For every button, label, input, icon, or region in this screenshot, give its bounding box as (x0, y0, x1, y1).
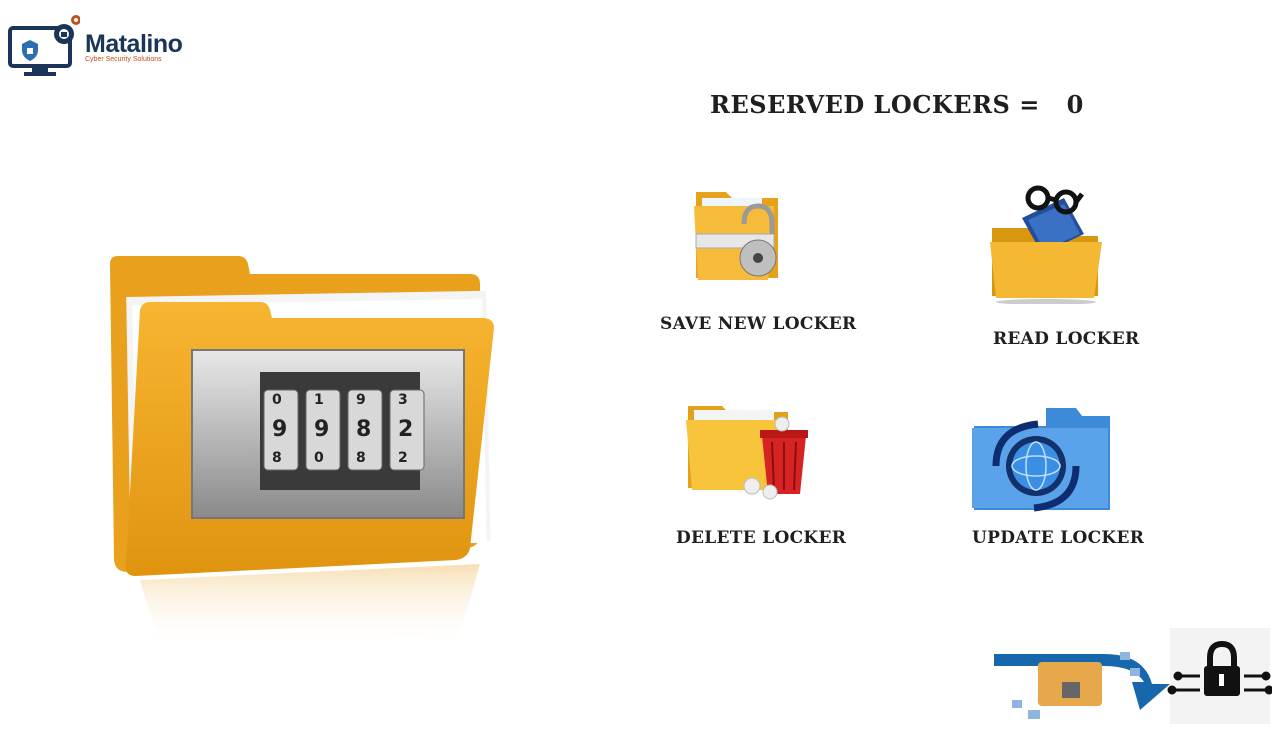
hero-locked-folder: 0 1 9 3 9 9 8 2 8 0 8 2 (100, 250, 510, 650)
svg-text:2: 2 (398, 450, 408, 466)
reserved-lockers-label: RESERVED LOCKERS = (710, 90, 1040, 119)
update-locker-button[interactable]: UPDATE LOCKER (970, 406, 1144, 556)
svg-text:9: 9 (314, 417, 329, 442)
brand-logo: Matalino Cyber Security Solutions (8, 14, 188, 78)
svg-text:1: 1 (314, 392, 324, 408)
reserved-lockers-count: 0 (1066, 90, 1084, 119)
brand-tagline: Cyber Security Solutions (85, 56, 162, 63)
svg-text:0: 0 (272, 392, 282, 408)
svg-text:0: 0 (314, 450, 324, 466)
svg-text:8: 8 (356, 450, 366, 466)
brand-name: Matalino (85, 30, 183, 58)
update-locker-label: UPDATE LOCKER (972, 528, 1145, 548)
delete-locker-button[interactable]: DELETE LOCKER (674, 398, 847, 558)
svg-text:8: 8 (356, 417, 371, 442)
folder-trash-icon (686, 406, 808, 500)
save-new-locker-label: SAVE NEW LOCKER (660, 314, 857, 334)
reserved-lockers-counter: RESERVED LOCKERS = 0 (710, 90, 1084, 119)
svg-text:9: 9 (356, 392, 366, 408)
delete-locker-label: DELETE LOCKER (676, 528, 847, 548)
secure-transfer-illustration (992, 626, 1274, 726)
save-new-locker-button[interactable]: SAVE NEW LOCKER (658, 184, 856, 344)
folder-encryption-icon (994, 628, 1274, 724)
locked-folder-icon: 0 1 9 3 9 9 8 2 8 0 8 2 (110, 256, 494, 648)
read-locker-button[interactable]: READ LOCKER (984, 184, 1139, 354)
svg-text:9: 9 (272, 417, 287, 442)
svg-text:3: 3 (398, 392, 408, 408)
svg-text:8: 8 (272, 450, 282, 466)
read-locker-label: READ LOCKER (993, 329, 1140, 349)
folder-padlock-icon (694, 192, 778, 280)
folder-sync-globe-icon (972, 408, 1110, 512)
svg-text:2: 2 (398, 417, 413, 442)
folder-book-glasses-icon (990, 185, 1102, 304)
monitor-gear-icon (8, 15, 81, 76)
